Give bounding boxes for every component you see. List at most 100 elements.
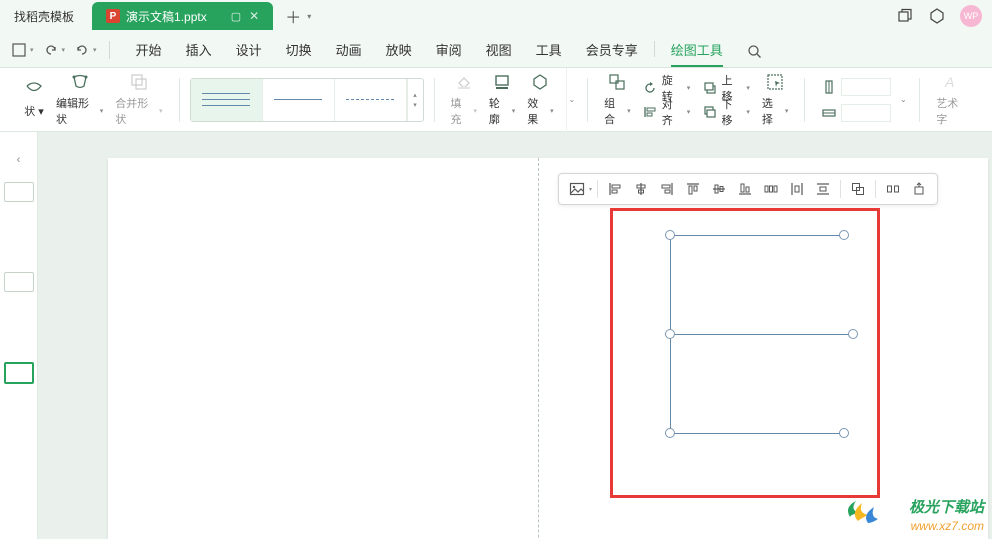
menu-drawing-tools[interactable]: 绘图工具: [659, 40, 735, 67]
tab-close-icon[interactable]: ✕: [249, 9, 259, 23]
canvas-area[interactable]: ▾: [38, 132, 992, 539]
tab-label: 找稻壳模板: [14, 8, 74, 25]
chevron-down-icon[interactable]: ▾: [30, 46, 34, 54]
shape-handle[interactable]: [848, 329, 858, 339]
effect-button[interactable]: 效果▾: [521, 68, 559, 131]
fill-button[interactable]: 填充▾: [445, 68, 483, 131]
line-style-gallery[interactable]: ▴▾: [190, 78, 424, 122]
menu-insert[interactable]: 插入: [174, 40, 224, 67]
width-input[interactable]: [841, 104, 891, 122]
menu-transition[interactable]: 切换: [274, 40, 324, 67]
shape-line-middle[interactable]: [670, 334, 852, 335]
width-row[interactable]: [821, 102, 891, 124]
shape-handle[interactable]: [839, 230, 849, 240]
slide-thumb-selected[interactable]: [4, 362, 34, 384]
line-style-dashed[interactable]: [335, 79, 407, 121]
new-tab-button[interactable]: ＋: [285, 4, 301, 28]
line-style-solid[interactable]: [263, 79, 335, 121]
separator: [109, 41, 110, 59]
edit-shape-icon: [70, 72, 90, 92]
slide[interactable]: ▾: [108, 158, 988, 539]
menu-tools[interactable]: 工具: [524, 40, 574, 67]
select-button[interactable]: 选择▾: [756, 68, 794, 131]
search-icon[interactable]: [747, 44, 762, 67]
art-text-icon: A: [942, 72, 962, 92]
height-row[interactable]: [821, 76, 891, 98]
art-text-button[interactable]: A 艺术字: [930, 68, 974, 131]
ft-equal-width[interactable]: [811, 177, 835, 201]
ribbon-group-size: ⌄: [805, 68, 919, 131]
shape-handle[interactable]: [665, 329, 675, 339]
move-down-button[interactable]: 下移 ▾: [702, 101, 750, 123]
ft-distribute-v[interactable]: [785, 177, 809, 201]
label: 状 ▾: [24, 103, 44, 119]
menu-animation[interactable]: 动画: [324, 40, 374, 67]
shape-icon: [24, 80, 44, 100]
ribbon: 状 ▾ 编辑形状▾ 合并形状▾ ▴▾ 填充▾ 轮廓▾ 效: [0, 68, 992, 132]
merge-shape-button[interactable]: 合并形状▾: [109, 68, 168, 131]
chevron-down-icon[interactable]: ▾: [589, 186, 592, 193]
chevron-down-icon[interactable]: ▾: [93, 46, 97, 54]
ft-align-left[interactable]: [603, 177, 627, 201]
size-launcher[interactable]: ⌄: [897, 68, 909, 132]
ft-align-right[interactable]: [655, 177, 679, 201]
align-button[interactable]: 对齐 ▾: [643, 101, 691, 123]
qa-undo-icon[interactable]: [40, 39, 62, 61]
shape-line-bottom[interactable]: [670, 433, 843, 434]
qa-redo-icon[interactable]: [71, 39, 93, 61]
tab-document-active[interactable]: P 演示文稿1.pptx ▢ ✕: [92, 2, 273, 30]
apps-icon[interactable]: [928, 7, 946, 25]
height-icon: [821, 79, 837, 95]
ft-ungroup[interactable]: [881, 177, 905, 201]
menubar: ▾ ▾ ▾ 开始 插入 设计 切换 动画 放映 审阅 视图 工具 会员专享 绘图…: [0, 32, 992, 68]
floating-alignment-toolbar: ▾: [558, 173, 938, 205]
new-tab-chevron-icon[interactable]: ▾: [307, 12, 311, 21]
tab-templates[interactable]: 找稻壳模板: [0, 2, 88, 30]
ft-group[interactable]: [846, 177, 870, 201]
qa-save-icon[interactable]: [8, 39, 30, 61]
menu-design[interactable]: 设计: [224, 40, 274, 67]
shape-state-button[interactable]: 状 ▾: [18, 68, 50, 131]
ft-align-bottom[interactable]: [733, 177, 757, 201]
collapse-panel-icon[interactable]: ‹: [17, 154, 21, 166]
shape-handle[interactable]: [665, 428, 675, 438]
ft-align-center-h[interactable]: [629, 177, 653, 201]
height-input[interactable]: [841, 78, 891, 96]
group-button[interactable]: 组合▾: [598, 68, 636, 131]
user-avatar[interactable]: WP: [960, 5, 982, 27]
menu-start[interactable]: 开始: [124, 40, 174, 67]
chevron-down-icon[interactable]: ▾: [62, 46, 66, 54]
ft-align-middle[interactable]: [707, 177, 731, 201]
tab-window-icon[interactable]: ▢: [231, 10, 241, 23]
ft-image-button[interactable]: [565, 177, 589, 201]
menu-review[interactable]: 审阅: [424, 40, 474, 67]
slide-thumb[interactable]: [4, 272, 34, 292]
workspace: ‹ ▾: [0, 132, 992, 539]
select-icon: [765, 72, 785, 92]
menu-view[interactable]: 视图: [474, 40, 524, 67]
ribbon-group-line-styles: ▴▾: [180, 68, 434, 131]
slide-panel-sidebar: ‹: [0, 132, 38, 539]
slide-thumb[interactable]: [4, 182, 34, 202]
rotate-icon: [643, 80, 658, 96]
line-style-more[interactable]: ▴▾: [407, 79, 423, 121]
shape-line-top[interactable]: [670, 235, 843, 236]
menu-member[interactable]: 会员专享: [574, 40, 650, 67]
ft-distribute-h[interactable]: [759, 177, 783, 201]
ft-rotate[interactable]: [907, 177, 931, 201]
label: 轮廓▾: [489, 95, 515, 127]
shape-handle[interactable]: [839, 428, 849, 438]
menu-slideshow[interactable]: 放映: [374, 40, 424, 67]
line-style-triple[interactable]: [191, 79, 263, 121]
separator: [875, 180, 876, 198]
window-restore-icon[interactable]: [896, 7, 914, 25]
format-launcher[interactable]: ⌄: [566, 68, 578, 132]
ribbon-group-art: A 艺术字: [920, 68, 984, 131]
outline-button[interactable]: 轮廓▾: [483, 68, 521, 131]
ft-align-top[interactable]: [681, 177, 705, 201]
label: 编辑形状▾: [56, 95, 103, 127]
move-up-icon: [702, 80, 717, 96]
rotate-align-stack: 旋转 ▾ 对齐 ▾: [637, 77, 697, 123]
edit-shape-button[interactable]: 编辑形状▾: [50, 68, 109, 131]
shape-handle[interactable]: [665, 230, 675, 240]
